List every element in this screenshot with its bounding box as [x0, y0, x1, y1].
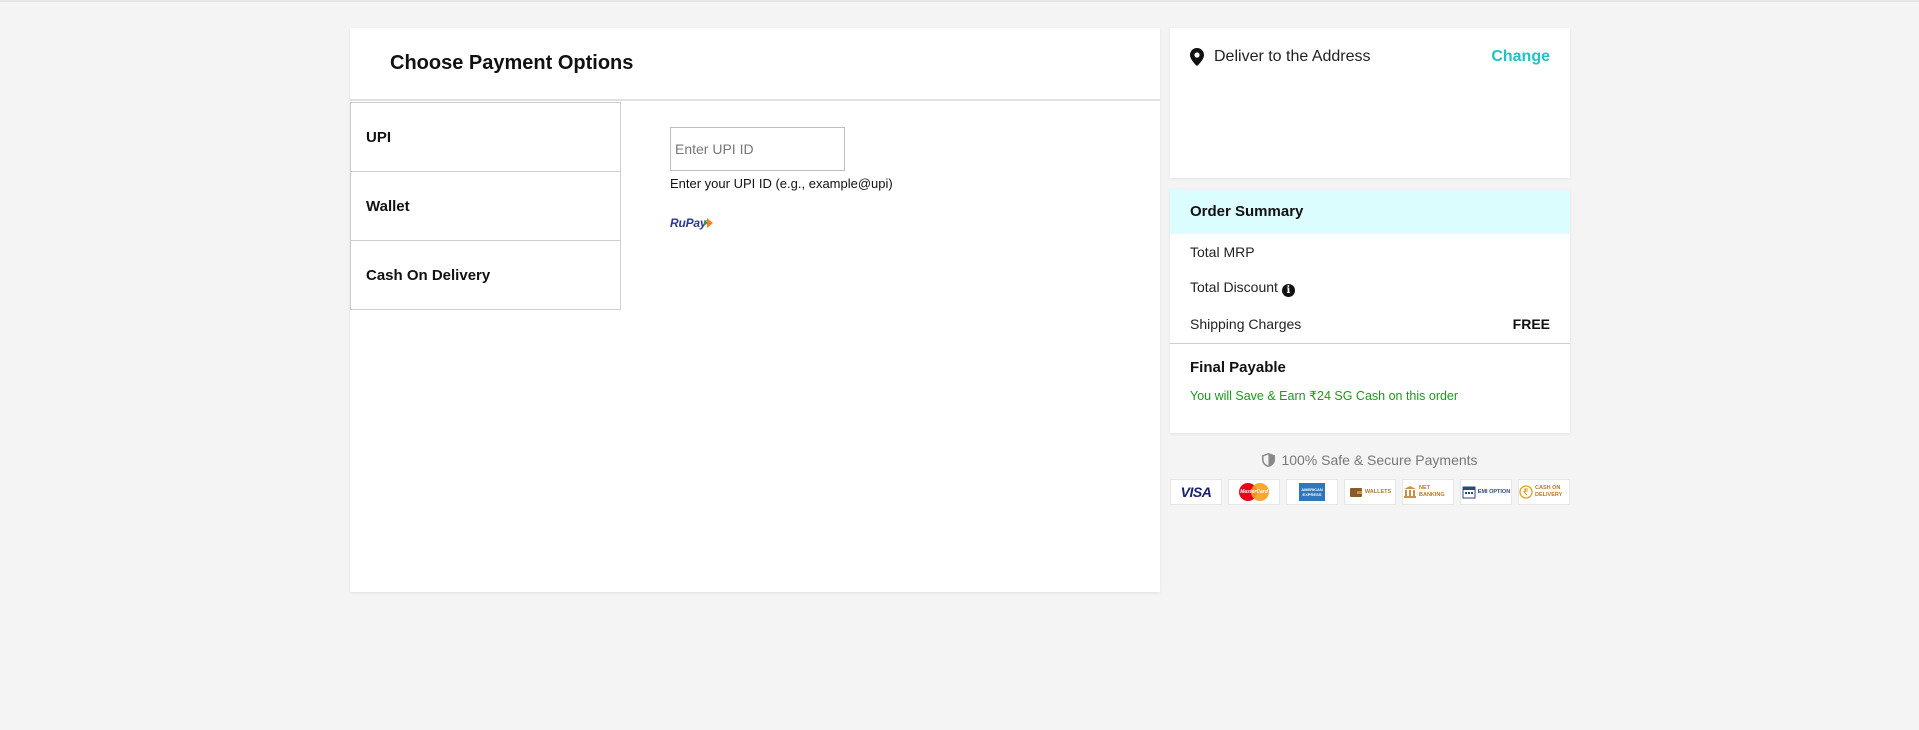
- bank-icon: [1404, 486, 1416, 498]
- netbanking-badge: NET BANKING: [1402, 479, 1454, 505]
- summary-row-shipping: Shipping Charges FREE: [1170, 306, 1570, 342]
- payment-options-panel: Choose Payment Options UPI Wallet Cash O…: [350, 28, 1160, 592]
- shield-icon: [1262, 453, 1276, 467]
- upi-id-input[interactable]: [670, 127, 845, 171]
- location-pin-icon: [1190, 48, 1204, 66]
- tab-wallet[interactable]: Wallet: [350, 171, 621, 241]
- rupay-logo: RuPay: [670, 216, 893, 230]
- mastercard-logo-text: MasterCard: [1240, 489, 1268, 495]
- rupee-icon: [1519, 485, 1533, 499]
- info-icon[interactable]: i: [1281, 284, 1295, 297]
- page-title: Choose Payment Options: [390, 52, 634, 74]
- wallets-badge: WALLETS: [1344, 479, 1396, 505]
- final-payable-label: Final Payable: [1190, 359, 1286, 376]
- tab-cash-on-delivery[interactable]: Cash On Delivery: [350, 240, 621, 310]
- secure-payments-text: 100% Safe & Secure Payments: [1281, 452, 1478, 468]
- visa-logo: VISA: [1180, 483, 1212, 500]
- deliver-address-label: Deliver to the Address: [1214, 48, 1371, 65]
- change-address-link[interactable]: Change: [1491, 48, 1550, 66]
- wallet-icon: [1349, 488, 1362, 497]
- order-summary-title: Order Summary: [1170, 189, 1570, 234]
- wallets-label: WALLETS: [1364, 488, 1392, 495]
- mastercard-badge: MasterCard: [1228, 479, 1280, 505]
- summary-row-label: Total Discount: [1190, 279, 1278, 295]
- visa-badge: VISA: [1170, 479, 1222, 505]
- order-summary-card: Order Summary Total MRP Total Discount i …: [1170, 189, 1570, 433]
- savings-message: You will Save & Earn ₹24 SG Cash on this…: [1190, 389, 1459, 403]
- upi-helper-text: Enter your UPI ID (e.g., example@upi): [670, 176, 893, 191]
- emi-label: EMI OPTION: [1477, 488, 1511, 495]
- summary-row-label-wrap: Total Discount i: [1190, 279, 1295, 297]
- netbanking-label: NET BANKING: [1419, 485, 1445, 498]
- payment-badges: VISA MasterCard AMERICAN EXPRESS WALLETS…: [1170, 479, 1570, 505]
- address-row: Deliver to the Address Change: [1170, 28, 1570, 66]
- summary-row-label: Total MRP: [1190, 244, 1255, 260]
- rupay-arrow-icon: [704, 218, 714, 228]
- tab-upi[interactable]: UPI: [350, 102, 621, 172]
- top-divider: [0, 0, 1919, 2]
- secure-payments-note: 100% Safe & Secure Payments: [1170, 452, 1570, 468]
- summary-row-total-mrp: Total MRP: [1170, 234, 1570, 270]
- cod-badge: CASH ON DELIVERY: [1518, 479, 1570, 505]
- emi-badge: EMI OPTION: [1460, 479, 1512, 505]
- payment-header: Choose Payment Options: [350, 28, 1160, 101]
- delivery-address-card: Deliver to the Address Change: [1170, 28, 1570, 178]
- summary-row-total-discount: Total Discount i: [1170, 270, 1570, 306]
- amex-logo: AMERICAN EXPRESS: [1299, 483, 1325, 501]
- calendar-icon: [1462, 486, 1476, 499]
- summary-row-label: Shipping Charges: [1190, 316, 1302, 332]
- shipping-value: FREE: [1512, 316, 1550, 332]
- rupay-logo-text: RuPay: [670, 216, 707, 230]
- upi-form: Enter your UPI ID (e.g., example@upi) Ru…: [670, 127, 893, 230]
- mastercard-logo: MasterCard: [1239, 483, 1269, 501]
- cod-label: CASH ON DELIVERY: [1535, 485, 1563, 498]
- payment-method-tabs: UPI Wallet Cash On Delivery: [350, 102, 621, 310]
- amex-badge: AMERICAN EXPRESS: [1286, 479, 1338, 505]
